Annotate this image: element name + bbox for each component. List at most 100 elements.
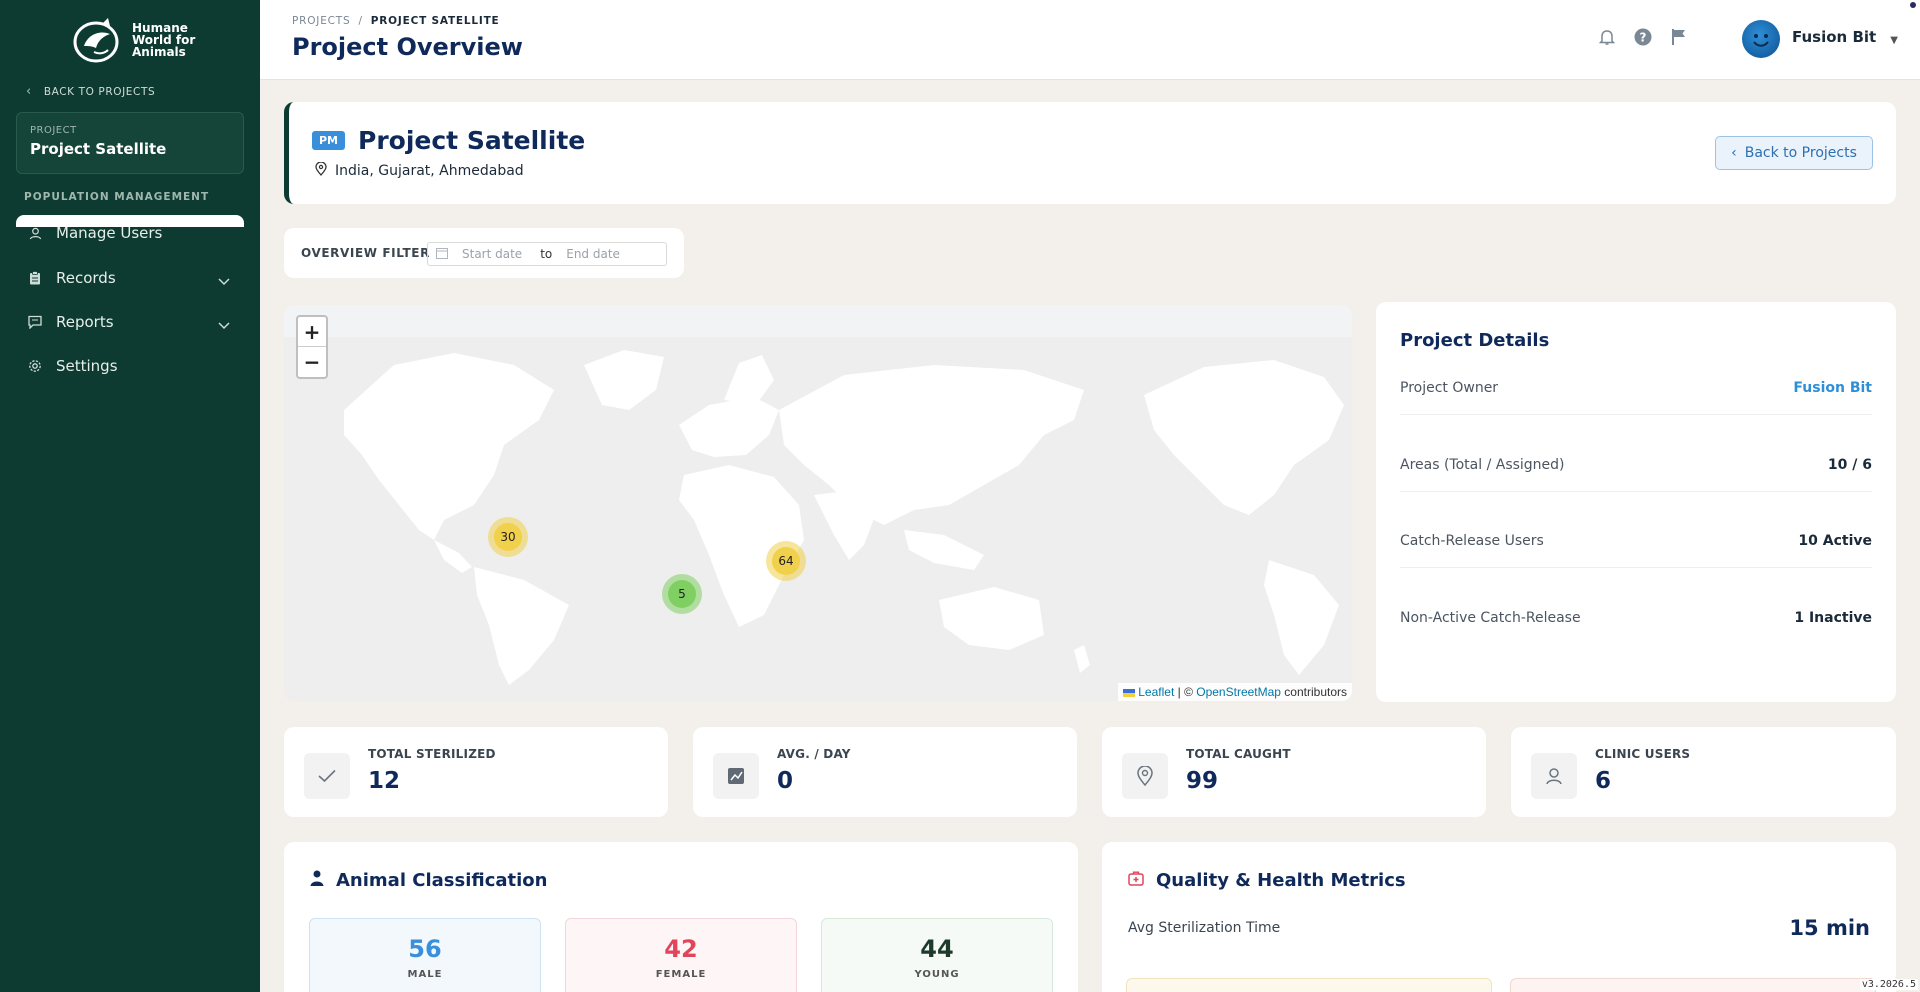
sidebar-item-label: Manage Users — [56, 224, 163, 242]
top-bar: PROJECTS / PROJECT SATELLITE Project Overv… — [260, 0, 1920, 80]
user-icon — [1531, 753, 1577, 799]
detail-key: Non-Active Catch-Release — [1400, 610, 1581, 626]
detail-row: Project Owner Fusion Bit — [1400, 361, 1872, 415]
caret-down-icon: ▼ — [1890, 34, 1898, 46]
cluster-count: 64 — [772, 547, 800, 575]
stat-card-total-sterilized: TOTAL STERILIZED 12 — [284, 727, 668, 817]
classification-label: MALE — [407, 969, 443, 980]
classification-label: YOUNG — [914, 969, 960, 980]
gear-icon — [28, 359, 42, 373]
date-range-picker[interactable]: Start date to End date — [427, 242, 667, 266]
logo-icon — [73, 18, 119, 63]
logo[interactable]: Humane World for Animals — [72, 16, 202, 64]
pin-icon — [1122, 753, 1168, 799]
user-icon — [28, 226, 42, 240]
quality-health-header: Quality & Health Metrics — [1128, 870, 1406, 891]
pm-badge: PM — [312, 131, 346, 150]
cluster-count: 30 — [494, 523, 522, 551]
breadcrumb-projects[interactable]: PROJECTS — [292, 15, 350, 27]
sidebar-item-manage-users[interactable]: Manage Users — [16, 215, 244, 251]
map-attribution: Leaflet | © OpenStreetMap contributors — [1117, 683, 1352, 701]
start-date-input[interactable]: Start date — [462, 247, 522, 261]
sidebar-item-label: Records — [56, 269, 116, 287]
stat-card-total-caught: TOTAL CAUGHT 99 — [1102, 727, 1486, 817]
quality-metric-label: Avg Sterilization Time — [1128, 920, 1281, 936]
detail-key: Catch-Release Users — [1400, 532, 1544, 549]
project-details-title: Project Details — [1400, 330, 1550, 351]
flag-icon[interactable] — [1670, 28, 1688, 46]
back-to-projects-button-label: Back to Projects — [1744, 145, 1857, 161]
zoom-in-button[interactable]: + — [298, 317, 326, 347]
quality-sub-card — [1126, 978, 1492, 992]
chart-icon — [713, 753, 759, 799]
quality-health-card: Quality & Health Metrics Avg Sterilizati… — [1102, 842, 1896, 992]
overview-filter-label: OVERVIEW FILTER — [301, 246, 430, 260]
svg-text:?: ? — [1640, 31, 1647, 45]
back-to-projects-label: BACK TO PROJECTS — [43, 85, 156, 98]
project-details-card: Project Details Project Owner Fusion Bit… — [1376, 302, 1896, 702]
animal-classification-title: Animal Classification — [336, 870, 548, 891]
back-to-projects-link[interactable]: ‹ BACK TO PROJECTS — [26, 84, 155, 99]
stat-label: TOTAL STERILIZED — [368, 747, 496, 761]
project-location-text: India, Gujarat, Ahmedabad — [335, 163, 524, 179]
zoom-out-button[interactable]: − — [298, 347, 326, 377]
stat-value: 12 — [368, 768, 401, 794]
project-location: India, Gujarat, Ahmedabad — [315, 161, 524, 180]
overview-filter: OVERVIEW FILTER Start date to End date — [284, 228, 684, 278]
project-title: Project Satellite — [358, 126, 586, 155]
medical-kit-icon — [1128, 870, 1144, 891]
avatar — [1742, 20, 1780, 58]
osm-link[interactable]: OpenStreetMap — [1196, 685, 1281, 699]
detail-row: Non-Active Catch-Release 1 Inactive — [1400, 591, 1872, 645]
project-owner-link[interactable]: Fusion Bit — [1793, 380, 1872, 396]
logo-text: Humane World for Animals — [132, 21, 196, 59]
attribution-sep: | © — [1174, 685, 1197, 699]
detail-value: 10 Active — [1798, 532, 1872, 549]
end-date-input[interactable]: End date — [566, 247, 620, 261]
chevron-left-icon: ‹ — [26, 84, 32, 99]
classification-value: 44 — [920, 935, 954, 963]
date-range-to: to — [540, 247, 553, 261]
sidebar-item-records[interactable]: Records — [16, 260, 244, 296]
quality-metric-value: 15 min — [1789, 916, 1870, 940]
stat-label: CLINIC USERS — [1595, 747, 1691, 761]
world-map — [344, 350, 1344, 685]
help-icon[interactable]: ? — [1634, 28, 1652, 46]
detail-value: 10 / 6 — [1827, 456, 1872, 473]
detail-key: Project Owner — [1400, 379, 1499, 396]
stat-value: 99 — [1186, 768, 1219, 794]
quality-health-title: Quality & Health Metrics — [1156, 870, 1406, 891]
map-cluster-marker[interactable]: 5 — [662, 574, 702, 614]
location-pin-icon — [315, 161, 327, 180]
person-icon — [310, 870, 324, 891]
quality-metric-row: Avg Sterilization Time 15 min — [1128, 916, 1870, 940]
stat-label: TOTAL CAUGHT — [1186, 747, 1291, 761]
sidebar-item-settings[interactable]: Settings — [16, 348, 244, 384]
classification-male: 56 MALE — [309, 918, 541, 992]
ukraine-flag-icon — [1122, 688, 1135, 697]
map-cluster-marker[interactable]: 30 — [488, 517, 528, 557]
map[interactable]: + − 30 5 64 Leaflet | © OpenStreetMap co… — [284, 305, 1352, 701]
version-label: v3.2026.5 — [1859, 979, 1918, 990]
animal-classification-header: Animal Classification — [310, 870, 548, 891]
section-label: POPULATION MANAGEMENT — [24, 191, 210, 203]
map-cluster-marker[interactable]: 64 — [766, 541, 806, 581]
calendar-icon — [436, 247, 448, 262]
sidebar-item-reports[interactable]: Reports — [16, 304, 244, 340]
breadcrumb: PROJECTS / PROJECT SATELLITE — [292, 15, 500, 27]
user-menu[interactable]: Fusion Bit ▼ — [1742, 20, 1898, 58]
sidebar: Humane World for Animals ‹ BACK TO PROJE… — [0, 0, 260, 992]
breadcrumb-current: PROJECT SATELLITE — [370, 15, 500, 27]
animal-classification-card: Animal Classification 56 MALE 42 FEMALE … — [284, 842, 1078, 992]
bell-icon[interactable] — [1598, 28, 1616, 46]
attribution-rest: contributors — [1280, 685, 1347, 699]
detail-row: Catch-Release Users 10 Active — [1400, 514, 1872, 568]
stat-label: AVG. / DAY — [777, 747, 851, 761]
back-to-projects-button[interactable]: ‹ Back to Projects — [1715, 136, 1873, 170]
status-dot — [1910, 2, 1916, 8]
classification-label: FEMALE — [655, 969, 707, 980]
leaflet-link[interactable]: Leaflet — [1138, 685, 1174, 699]
sidebar-item-label: Settings — [56, 357, 118, 375]
quality-sub-card — [1510, 978, 1876, 992]
classification-value: 56 — [408, 935, 442, 963]
